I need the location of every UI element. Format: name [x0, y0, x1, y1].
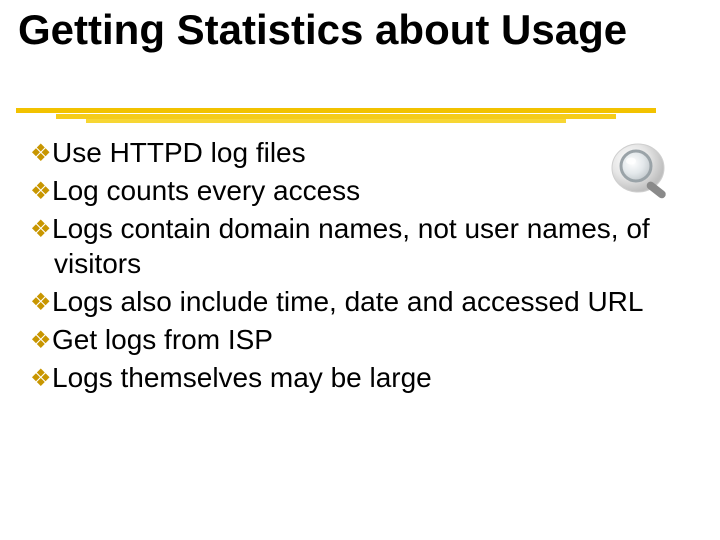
bullet-icon: ❖	[30, 288, 52, 319]
bullet-icon: ❖	[30, 215, 52, 246]
bullet-text: Logs also include time, date and accesse…	[52, 286, 643, 317]
bullet-text: Logs themselves may be large	[52, 362, 432, 393]
list-item: ❖Use HTTPD log files	[30, 135, 650, 171]
bullet-icon: ❖	[30, 177, 52, 208]
slide-title: Getting Statistics about Usage	[0, 0, 720, 52]
bullet-text: Get logs from ISP	[52, 324, 273, 355]
bullet-text: Logs contain domain names, not user name…	[52, 213, 650, 280]
list-item: ❖Logs contain domain names, not user nam…	[30, 211, 650, 283]
bullet-icon: ❖	[30, 326, 52, 357]
bullet-list: ❖Use HTTPD log files ❖Log counts every a…	[30, 135, 650, 398]
bullet-icon: ❖	[30, 139, 52, 170]
list-item: ❖Logs also include time, date and access…	[30, 284, 650, 320]
bullet-text: Use HTTPD log files	[52, 137, 306, 168]
bullet-icon: ❖	[30, 364, 52, 395]
list-item: ❖Logs themselves may be large	[30, 360, 650, 396]
bullet-text: Log counts every access	[52, 175, 360, 206]
slide: Getting Statistics about Usage	[0, 0, 720, 540]
list-item: ❖Log counts every access	[30, 173, 650, 209]
title-underline	[16, 108, 656, 122]
list-item: ❖Get logs from ISP	[30, 322, 650, 358]
